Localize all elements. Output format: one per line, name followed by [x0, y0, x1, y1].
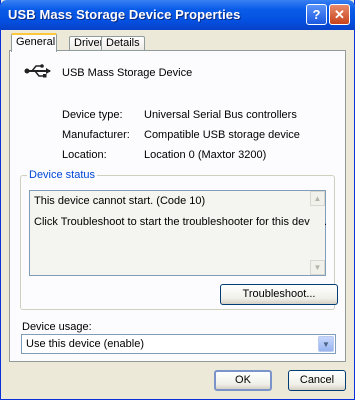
scroll-up-arrow-icon[interactable]: ▲: [310, 191, 325, 206]
tab-general[interactable]: General: [11, 33, 57, 52]
device-usage-label: Device usage:: [22, 321, 92, 333]
location-label: Location:: [62, 149, 107, 161]
device-status-title: Device status: [27, 169, 98, 181]
device-usage-select[interactable]: Use this device (enable) ▼: [21, 334, 336, 354]
device-name: USB Mass Storage Device: [62, 67, 193, 79]
properties-dialog: USB Mass Storage Device Properties ? ✕ D…: [0, 0, 355, 400]
close-button[interactable]: ✕: [329, 4, 350, 25]
status-line-hint: Click Troubleshoot to start the troubles…: [34, 216, 327, 228]
title-bar[interactable]: USB Mass Storage Device Properties ? ✕: [0, 0, 355, 30]
status-textbox[interactable]: This device cannot start. (Code 10) Clic…: [29, 190, 327, 276]
status-scrollbar[interactable]: ▲ ▼: [310, 191, 325, 275]
cancel-button[interactable]: Cancel: [288, 370, 346, 391]
manufacturer-value: Compatible USB storage device: [144, 129, 300, 141]
help-button[interactable]: ?: [306, 4, 327, 25]
status-line-code: This device cannot start. (Code 10): [34, 195, 206, 207]
device-type-value: Universal Serial Bus controllers: [144, 109, 297, 121]
manufacturer-label: Manufacturer:: [62, 129, 130, 141]
device-type-label: Device type:: [62, 109, 123, 121]
device-status-group: Device status This device cannot start. …: [20, 169, 338, 310]
general-tab-panel: USB Mass Storage Device Device type: Uni…: [9, 50, 346, 362]
location-value: Location 0 (Maxtor 3200): [144, 149, 267, 161]
device-usage-value: Use this device (enable): [26, 338, 145, 350]
usb-icon: [24, 64, 51, 78]
troubleshoot-button[interactable]: Troubleshoot...: [220, 284, 338, 305]
scroll-down-arrow-icon[interactable]: ▼: [310, 260, 325, 275]
tab-details[interactable]: Details: [101, 36, 145, 50]
window-title: USB Mass Storage Device Properties: [8, 7, 241, 22]
ok-button[interactable]: OK: [214, 370, 272, 391]
chevron-down-icon[interactable]: ▼: [318, 336, 334, 352]
